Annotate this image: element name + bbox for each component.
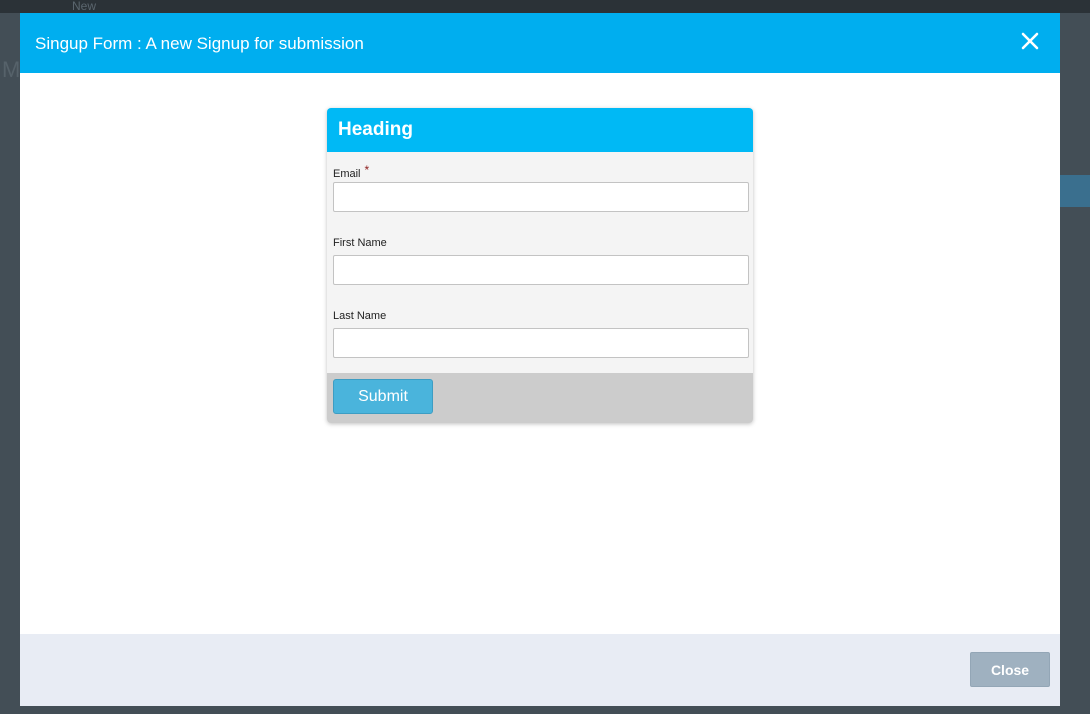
form-fields: Email * First Name Last Name xyxy=(327,152,753,373)
close-x-icon[interactable] xyxy=(1018,29,1042,53)
required-marker: * xyxy=(364,163,370,177)
form-heading: Heading xyxy=(327,108,753,152)
submit-button[interactable]: Submit xyxy=(333,379,433,414)
form-actions: Submit xyxy=(327,373,753,423)
last-name-input[interactable] xyxy=(333,328,749,358)
email-input[interactable] xyxy=(333,182,749,212)
background-toolbar: New xyxy=(0,0,1090,13)
signup-modal: Singup Form : A new Signup for submissio… xyxy=(20,13,1060,706)
last-name-field-group: Last Name xyxy=(333,308,749,381)
modal-footer: Close xyxy=(20,634,1060,706)
email-field-group: Email * xyxy=(333,162,749,235)
first-name-input[interactable] xyxy=(333,255,749,285)
modal-title: Singup Form : A new Signup for submissio… xyxy=(35,34,364,53)
close-button[interactable]: Close xyxy=(970,652,1050,687)
background-page-letter: M xyxy=(2,57,21,82)
first-name-field-group: First Name xyxy=(333,235,749,308)
background-side-tab xyxy=(1056,175,1090,207)
modal-body: Heading Email * First Name Last Name Subm… xyxy=(20,73,1060,634)
first-name-label: First Name xyxy=(333,237,387,249)
background-new-label: New xyxy=(72,0,97,13)
modal-header: Singup Form : A new Signup for submissio… xyxy=(20,13,1060,73)
signup-form: Heading Email * First Name Last Name Subm… xyxy=(327,108,753,423)
email-label: Email * xyxy=(333,163,370,180)
last-name-label: Last Name xyxy=(333,310,387,322)
